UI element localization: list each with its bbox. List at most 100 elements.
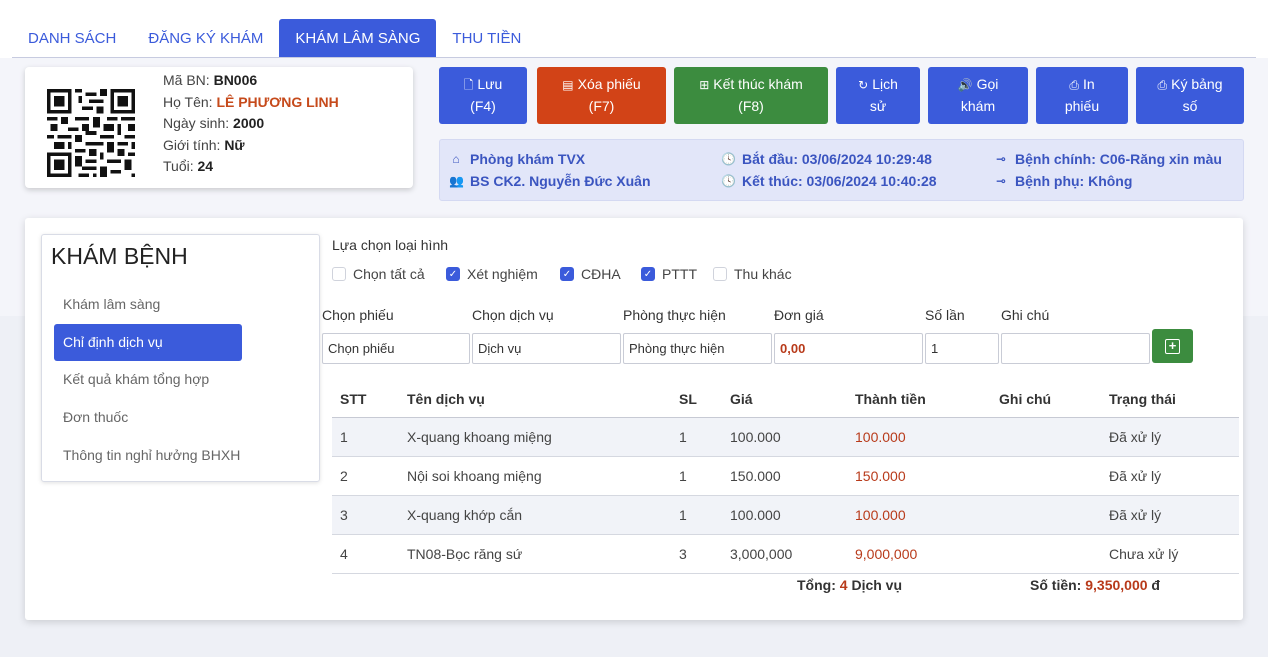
cell-name: TN08-Bọc răng sứ: [407, 546, 523, 562]
cell-price: 150.000: [730, 468, 781, 484]
sign-board-button[interactable]: ⎙ Ký bảng số: [1136, 67, 1244, 124]
clinic-name: Phòng khám TVX: [470, 151, 586, 167]
table-summary: Tổng: 4 Dịch vụ Số tiền: 9,350,000 đ: [332, 577, 1239, 597]
cell-status: Đã xử lý: [1109, 468, 1162, 484]
room-select[interactable]: Phòng thực hiện: [623, 333, 772, 364]
tab-danh-sach[interactable]: DANH SÁCH: [12, 19, 132, 58]
patient-info: Mã BN: BN006 Họ Tên: LÊ PHƯƠNG LINH Ngày…: [163, 70, 339, 178]
checkbox-cdha[interactable]: ✓ CĐHA: [560, 266, 621, 282]
delete-ticket-button[interactable]: ▤ Xóa phiếu (F7): [537, 67, 666, 124]
checkbox-select-all[interactable]: Chọn tất cả: [332, 266, 425, 282]
clock-icon: 🕓: [721, 152, 736, 166]
cell-name: X-quang khớp cắn: [407, 507, 523, 523]
main-disease: Bệnh chính: C06-Răng xin màu: [1015, 151, 1222, 167]
delete-label: Xóa phiếu: [577, 76, 641, 92]
tab-dang-ky-kham[interactable]: ĐĂNG KÝ KHÁM: [132, 19, 279, 58]
sidebar-title: KHÁM BỆNH: [51, 243, 188, 269]
checkbox-label: Chọn tất cả: [353, 266, 425, 282]
note-input[interactable]: [1001, 333, 1150, 364]
home-icon: ⌂: [452, 152, 460, 166]
cell-sl: 3: [679, 546, 687, 562]
history-label: Lịch: [872, 76, 898, 92]
clock-icon: 🕓: [721, 174, 736, 188]
patient-gender-value: Nữ: [224, 136, 245, 153]
total-count: 4: [839, 577, 848, 593]
finish-shortcut: (F8): [738, 98, 764, 114]
print-label-2: phiếu: [1064, 98, 1100, 114]
call-patient-button[interactable]: 🔊 Gọi khám: [928, 67, 1028, 124]
tab-kham-lam-sang[interactable]: KHÁM LÂM SÀNG: [279, 19, 437, 58]
finish-exam-button[interactable]: ⊞ Kết thúc khám (F8): [674, 67, 828, 124]
price-input[interactable]: 0,00: [774, 333, 923, 364]
cell-sl: 1: [679, 468, 687, 484]
patient-id-value: BN006: [213, 72, 258, 88]
call-label-2: khám: [960, 98, 996, 114]
sidebar-item-nghi-huong-bhxh[interactable]: Thông tin nghỉ hưởng BHXH: [54, 437, 242, 474]
cell-stt: 4: [340, 546, 348, 562]
cell-sl: 1: [679, 507, 687, 523]
patient-dob-label: Ngày sinh:: [163, 115, 230, 131]
amount-value: 9,350,000: [1085, 577, 1148, 593]
times-label: Số lần: [925, 307, 965, 323]
checkbox-pttt[interactable]: ✓ PTTT: [641, 266, 697, 282]
save-shortcut: (F4): [470, 98, 496, 114]
header-gia: Giá: [730, 391, 753, 407]
sign-label: Ký bảng: [1171, 76, 1223, 92]
table-row[interactable]: 4 TN08-Bọc răng sứ 3 3,000,000 9,000,000…: [332, 535, 1239, 574]
key-icon: ⊸: [995, 174, 1007, 188]
sidebar-item-ket-qua-kham[interactable]: Kết quả khám tổng hợp: [54, 361, 242, 398]
checkbox-label: Thu khác: [734, 266, 792, 282]
checkbox-xet-nghiem[interactable]: ✓ Xét nghiệm: [446, 266, 538, 282]
ticket-select[interactable]: Chọn phiếu: [322, 333, 470, 364]
total-services: Tổng: 4 Dịch vụ: [797, 577, 902, 593]
cell-status: Đã xử lý: [1109, 429, 1162, 445]
history-button[interactable]: ↻ Lịch sử: [836, 67, 920, 124]
header-ten-dich-vu: Tên dịch vụ: [407, 391, 485, 407]
service-select[interactable]: Dịch vụ: [472, 333, 621, 364]
cell-stt: 3: [340, 507, 348, 523]
exam-info-bar: ⌂ Phòng khám TVX 👥 BS CK2. Nguyễn Đức Xuân…: [439, 139, 1244, 201]
times-input[interactable]: 1: [925, 333, 999, 364]
sidebar-item-kham-lam-sang[interactable]: Khám lâm sàng: [54, 286, 242, 323]
exam-sidebar: KHÁM BỆNH Khám lâm sàng Chỉ định dịch vụ…: [41, 234, 320, 482]
patient-age-label: Tuổi:: [163, 158, 194, 174]
doctor-info: 👥 BS CK2. Nguyễn Đức Xuân: [449, 173, 651, 189]
patient-name-value: LÊ PHƯƠNG LINH: [216, 93, 339, 110]
check-icon: ✓: [446, 267, 460, 281]
sub-disease-info: ⊸ Bệnh phụ: Không: [994, 173, 1132, 189]
save-button[interactable]: 🗋 Lưu (F4): [439, 67, 527, 124]
tab-thu-tien[interactable]: THU TIỀN: [436, 19, 537, 58]
room-label: Phòng thực hiện: [623, 307, 726, 323]
table-row[interactable]: 1 X-quang khoang miệng 1 100.000 100.000…: [332, 418, 1239, 457]
add-service-button[interactable]: +: [1152, 329, 1193, 363]
save-label: Lưu: [477, 76, 503, 92]
archive-icon: ▤: [562, 78, 574, 92]
qr-code-icon: [47, 89, 135, 177]
print-ticket-button[interactable]: ⎙ In phiếu: [1036, 67, 1128, 124]
total-label: Tổng:: [797, 577, 836, 593]
header-trang-thai: Trạng thái: [1109, 391, 1176, 407]
checkbox-box: [713, 267, 727, 281]
checkbox-thu-khac[interactable]: Thu khác: [713, 266, 792, 282]
table-row[interactable]: 3 X-quang khớp cắn 1 100.000 100.000 Đã …: [332, 496, 1239, 535]
header-thanh-tien: Thành tiền: [855, 391, 926, 407]
doctor-name: BS CK2. Nguyễn Đức Xuân: [470, 173, 651, 189]
patient-name-label: Họ Tên:: [163, 93, 213, 110]
patient-id-label: Mã BN:: [163, 72, 210, 88]
sidebar-item-don-thuoc[interactable]: Đơn thuốc: [54, 399, 242, 436]
cell-total: 150.000: [855, 468, 906, 484]
sign-label-2: số: [1182, 98, 1198, 114]
plus-square-icon: +: [1165, 338, 1180, 354]
total-amount: Số tiền: 9,350,000 đ: [1030, 577, 1160, 593]
cell-total: 9,000,000: [855, 546, 918, 562]
print-label: In: [1082, 76, 1095, 92]
cell-price: 100.000: [730, 507, 781, 523]
total-unit: Dịch vụ: [851, 577, 903, 593]
plus-square-icon: ⊞: [699, 78, 710, 92]
sub-disease: Bệnh phụ: Không: [1015, 173, 1133, 189]
checkbox-label: PTTT: [662, 266, 697, 282]
checkbox-label: Xét nghiệm: [467, 266, 538, 282]
table-row[interactable]: 2 Nội soi khoang miệng 1 150.000 150.000…: [332, 457, 1239, 496]
sidebar-item-chi-dinh-dich-vu[interactable]: Chỉ định dịch vụ: [54, 324, 242, 361]
header-stt: STT: [340, 391, 367, 407]
